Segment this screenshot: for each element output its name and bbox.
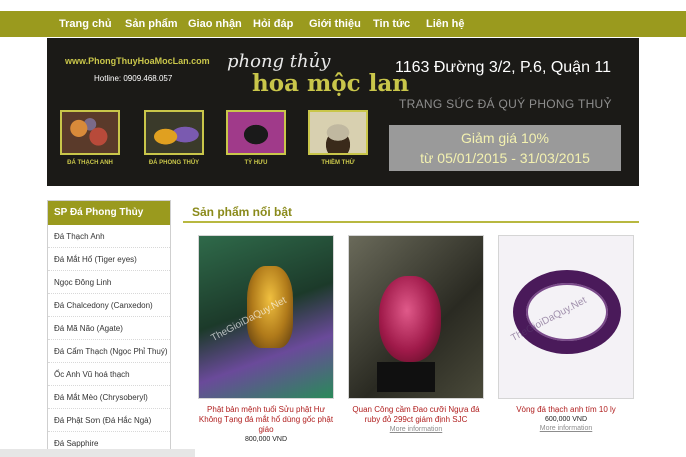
thumb-fengshui-caption[interactable]: ĐÁ PHONG THỦY: [139, 160, 209, 166]
promo-box: Giảm giá 10% từ 05/01/2015 - 31/03/2015: [389, 125, 621, 171]
section-divider: [183, 221, 639, 223]
nav-faq[interactable]: Hỏi đáp: [253, 11, 293, 37]
logo-text-bottom: hoa mộc lan: [252, 70, 410, 97]
more-information-link[interactable]: More information: [348, 425, 484, 435]
promo-dates: từ 05/01/2015 - 31/03/2015: [420, 150, 590, 166]
product-image[interactable]: TheGioiDaQuy.Net: [198, 235, 334, 399]
logo-text-top: phong thủy: [227, 51, 331, 72]
nav-products[interactable]: Sản phẩm: [125, 11, 178, 37]
thumb-fengshui-image[interactable]: [144, 110, 204, 155]
site-url: www.PhongThuyHoaMocLan.com: [65, 56, 210, 66]
thumb-quartz-caption[interactable]: ĐÁ THẠCH ANH: [55, 160, 125, 166]
sidebar-item[interactable]: Đá Mã Não (Agate): [48, 317, 170, 340]
nav-contact[interactable]: Liên hệ: [426, 11, 465, 37]
thumb-pixiu-image[interactable]: [226, 110, 286, 155]
promo-discount: Giảm giá 10%: [461, 130, 549, 146]
store-address: 1163 Đường 3/2, P.6, Quận 11: [395, 59, 612, 76]
sidebar-item[interactable]: Ốc Anh Vũ hoá thạch: [48, 363, 170, 386]
nav-about[interactable]: Giới thiệu: [309, 11, 361, 37]
thumb-toad-caption[interactable]: THIỀM THỪ: [303, 160, 373, 166]
category-sidebar: SP Đá Phong Thủy Đá Thạch Anh Đá Mắt Hổ …: [47, 200, 171, 457]
top-strip: [0, 0, 686, 8]
sidebar-item[interactable]: Đá Mắt Hổ (Tiger eyes): [48, 248, 170, 271]
thumb-quartz-image[interactable]: [60, 110, 120, 155]
sidebar-item[interactable]: Đá Chalcedony (Canxedon): [48, 294, 170, 317]
thumb-toad-image[interactable]: [308, 110, 368, 155]
product-price: 600,000 VND: [544, 416, 588, 423]
featured-section-title: Sản phẩm nổi bật: [192, 205, 293, 219]
sidebar-item[interactable]: Ngọc Đông Linh: [48, 271, 170, 294]
banner-tagline: TRANG SỨC ĐÁ QUÝ PHONG THUỶ: [399, 97, 612, 111]
nav-delivery[interactable]: Giao nhận: [188, 11, 242, 37]
product-name[interactable]: Quan Công cầm Đao cưỡi Ngựa đá ruby đỏ 2…: [348, 405, 484, 425]
nav-news[interactable]: Tin tức: [373, 11, 410, 37]
product-card[interactable]: Quan Công cầm Đao cưỡi Ngựa đá ruby đỏ 2…: [348, 235, 484, 435]
more-information-link[interactable]: More information: [498, 424, 634, 434]
sidebar-item[interactable]: Đá Phật Sơn (Đá Hắc Ngà): [48, 409, 170, 432]
product-name[interactable]: Phật bản mệnh tuổi Sửu phật Hư Không Tạn…: [198, 405, 334, 435]
sidebar-item[interactable]: Đá Thạch Anh: [48, 225, 170, 248]
header-banner[interactable]: www.PhongThuyHoaMocLan.com Hotline: 0909…: [47, 38, 639, 186]
nav-home[interactable]: Trang chủ: [59, 11, 112, 37]
product-card[interactable]: TheGioiDaQuy.Net Phật bản mệnh tuổi Sửu …: [198, 235, 334, 444]
sidebar-title: SP Đá Phong Thủy: [48, 201, 170, 225]
product-image[interactable]: TheGioiDaQuy.Net: [498, 235, 634, 399]
horizontal-scrollbar[interactable]: [0, 449, 195, 457]
product-name[interactable]: Vòng đá thạch anh tím 10 ly: [498, 405, 634, 415]
sidebar-item[interactable]: Đá Cẩm Thạch (Ngọc Phỉ Thuý): [48, 340, 170, 363]
product-price: 800,000 VND: [244, 436, 288, 443]
hotline: Hotline: 0909.468.057: [94, 74, 173, 83]
thumb-pixiu-caption[interactable]: TỲ HƯU: [221, 160, 291, 166]
main-navigation: Trang chủ Sản phẩm Giao nhận Hỏi đáp Giớ…: [0, 11, 686, 37]
product-image[interactable]: [348, 235, 484, 399]
sidebar-item[interactable]: Đá Mắt Mèo (Chrysoberyl): [48, 386, 170, 409]
product-card[interactable]: TheGioiDaQuy.Net Vòng đá thạch anh tím 1…: [498, 235, 634, 434]
